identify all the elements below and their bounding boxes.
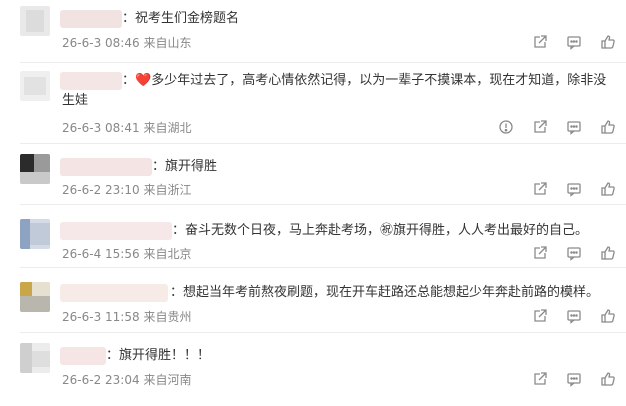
comment-icon[interactable] [566,245,582,261]
username-blurred[interactable] [60,158,152,176]
like-icon[interactable] [600,371,616,387]
username-blurred[interactable] [60,10,122,28]
comment-meta: 26-6-3 11:58 来自贵州 [62,310,191,324]
comment-meta: 26-6-3 08:46 来自山东 [62,36,191,50]
comment-item: ：奋斗无数个日夜，马上奔赴考场，㊗旗开得胜，人人考出最好的自己。 26-6-4 … [0,205,626,268]
comment-location: 来自山东 [143,36,192,50]
comment-meta: 26-6-4 15:56 来自北京 [62,247,191,261]
comment-item: ：❤️多少年过去了，高考心情依然记得，以为一辈子不摸课本，现在才知道，除非没 生… [0,63,626,144]
avatar[interactable] [20,282,50,312]
like-icon[interactable] [600,34,616,50]
username-blurred[interactable] [60,72,122,90]
comment-item: ：想起当年考前熬夜刷题，现在开车赶路还总能想起少年奔赴前路的模样。 26-6-3… [0,268,626,333]
comment-item: ：旗开得胜 26-6-2 23:10 来自浙江 [0,144,626,205]
comment-time: 26-6-2 23:04 [62,373,140,387]
comment-location: 来自河南 [143,373,192,387]
comment-icon[interactable] [566,181,582,197]
comment-text: ：旗开得胜！！！ [106,348,211,363]
comment-time: 26-6-3 08:46 [62,36,140,50]
comment-icon[interactable] [566,34,582,50]
comment-text: ：奋斗无数个日夜，马上奔赴考场，㊗旗开得胜，人人考出最好的自己。 [172,223,589,238]
avatar[interactable] [20,71,50,101]
like-icon[interactable] [600,119,616,135]
comment-icon[interactable] [566,308,582,324]
comment-text: ：旗开得胜 [152,159,218,174]
comment-meta: 26-6-2 23:10 来自浙江 [62,183,191,197]
share-icon[interactable] [532,308,548,324]
comment-icon[interactable] [566,119,582,135]
comment-location: 来自湖北 [143,121,192,135]
username-blurred[interactable] [60,284,168,302]
heart-emoji: ❤️ [135,73,152,88]
username-blurred[interactable] [60,222,172,240]
avatar[interactable] [20,6,50,36]
comment-location: 来自浙江 [143,183,192,197]
share-icon[interactable] [532,371,548,387]
comment-item: ：旗开得胜！！！ 26-6-2 23:04 来自河南 [0,333,626,406]
comment-meta: 26-6-3 08:41 来自湖北 [62,121,191,135]
username-blurred[interactable] [60,347,106,365]
comment-text: ：祝考生们金榜题名 [122,11,240,26]
comment-item: ：祝考生们金榜题名 26-6-3 08:46 来自山东 [0,0,626,63]
share-icon[interactable] [532,119,548,135]
comment-time: 26-6-2 23:10 [62,183,140,197]
like-icon[interactable] [600,308,616,324]
comment-location: 来自贵州 [143,310,192,324]
share-icon[interactable] [532,34,548,50]
share-icon[interactable] [532,245,548,261]
like-icon[interactable] [600,245,616,261]
comment-text-continued: 生娃 [62,93,89,108]
comment-time: 26-6-3 08:41 [62,121,140,135]
share-icon[interactable] [532,181,548,197]
comment-location: 来自北京 [143,247,192,261]
like-icon[interactable] [600,181,616,197]
comment-text: ：想起当年考前熬夜刷题，现在开车赶路还总能想起少年奔赴前路的模样。 [170,285,600,300]
comment-time: 26-6-4 15:56 [62,247,140,261]
avatar[interactable] [20,343,50,373]
avatar[interactable] [20,154,50,184]
comment-icon[interactable] [566,371,582,387]
comment-text: ：❤️多少年过去了，高考心情依然记得，以为一辈子不摸课本，现在才知道，除非没 [122,73,607,88]
comment-meta: 26-6-2 23:04 来自河南 [62,373,191,387]
avatar[interactable] [20,219,50,249]
comment-time: 26-6-3 11:58 [62,310,140,324]
report-icon[interactable] [498,119,514,135]
